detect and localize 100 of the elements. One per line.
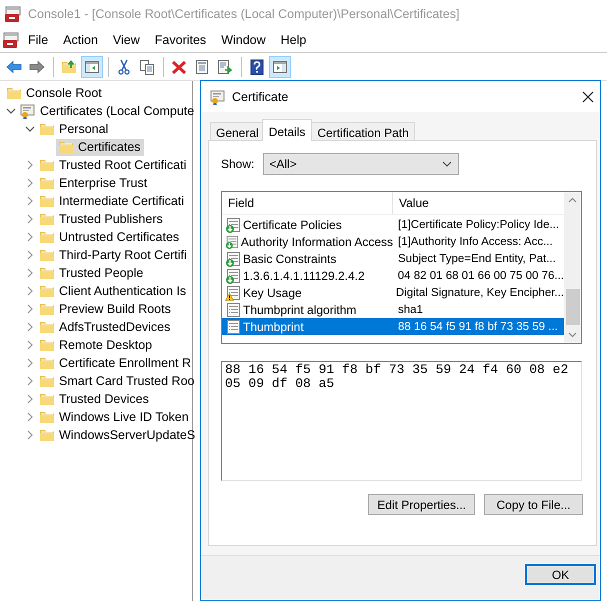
menu-item[interactable]: Favorites xyxy=(148,30,214,50)
expand-chevron-icon[interactable] xyxy=(25,394,35,404)
tree-item[interactable]: Personal xyxy=(37,120,112,138)
expand-chevron-icon[interactable] xyxy=(25,340,35,350)
tree-item[interactable]: Trusted Devices xyxy=(37,390,152,408)
tree-item-label: Certificate Enrollment R xyxy=(59,356,191,370)
field-row[interactable]: Thumbprint 88 16 54 f5 91 f8 bf 73 35 59 ... xyxy=(222,318,564,335)
tree-item-label: Client Authentication Is xyxy=(59,284,186,298)
tree-item-label: Preview Build Roots xyxy=(59,302,171,316)
tree-item[interactable]: Preview Build Roots xyxy=(37,300,174,318)
expand-chevron-icon[interactable] xyxy=(25,214,35,224)
menu-item[interactable]: Action xyxy=(56,30,106,50)
extension-icon xyxy=(225,268,241,284)
tree-item[interactable]: AdfsTrustedDevices xyxy=(37,318,174,336)
expand-chevron-icon[interactable] xyxy=(25,160,35,170)
expand-chevron-icon[interactable] xyxy=(25,196,35,206)
app-icon[interactable] xyxy=(2,32,20,48)
tree-item[interactable]: Enterprise Trust xyxy=(37,174,150,192)
expand-chevron-icon[interactable] xyxy=(25,232,35,242)
field-name: Certificate Policies xyxy=(243,218,342,232)
folder-icon xyxy=(39,373,55,389)
expand-chevron-icon[interactable] xyxy=(25,376,35,386)
menu-item[interactable]: File xyxy=(21,30,56,50)
expand-chevron-icon[interactable] xyxy=(25,358,35,368)
tree-item[interactable]: Windows Live ID Token xyxy=(37,408,192,426)
field-value: Subject Type=End Entity, Pat... xyxy=(397,252,556,264)
folder-icon xyxy=(39,247,55,263)
tree-item-label: Smart Card Trusted Roo xyxy=(59,374,194,388)
expand-chevron-icon[interactable] xyxy=(25,286,35,296)
tab[interactable]: Details xyxy=(262,119,312,141)
dialog-title: Certificate xyxy=(232,90,290,104)
caret-icon[interactable] xyxy=(442,161,452,167)
tree-item-label: Certificates xyxy=(78,140,141,154)
tab[interactable]: General xyxy=(210,122,265,141)
menu-item[interactable]: Window xyxy=(214,30,274,50)
folder-icon xyxy=(39,355,55,371)
expand-chevron-icon[interactable] xyxy=(25,322,35,332)
field-row[interactable]: 1.3.6.1.4.1.11129.2.4.2 04 82 01 68 01 66 00 75 00 76... xyxy=(222,267,564,284)
app-icon xyxy=(4,6,22,22)
tree-item[interactable]: Trusted Publishers xyxy=(37,210,166,228)
scrollbar[interactable] xyxy=(564,192,581,343)
tree-item-label: Trusted Root Certificati xyxy=(59,158,186,172)
field-row[interactable]: Authority Information Access [1]Authority Info Access: Acc... xyxy=(222,233,564,250)
tree-item-label: AdfsTrustedDevices xyxy=(59,320,170,334)
tree-item[interactable]: WindowsServerUpdateS xyxy=(37,426,198,444)
show-dropdown[interactable]: <All> xyxy=(263,153,460,175)
tree-item[interactable]: Client Authentication Is xyxy=(37,282,190,300)
expand-chevron-icon[interactable] xyxy=(25,250,35,260)
field-name: Thumbprint xyxy=(243,320,304,334)
folder-icon xyxy=(39,283,55,299)
tree-item-label: WindowsServerUpdateS xyxy=(59,428,196,442)
expand-chevron-icon[interactable] xyxy=(25,178,35,188)
close-icon[interactable] xyxy=(582,90,594,102)
tree-item[interactable]: Intermediate Certificati xyxy=(37,192,188,210)
property-icon xyxy=(225,318,241,334)
expand-chevron-icon[interactable] xyxy=(25,430,35,440)
expand-chevron-icon[interactable] xyxy=(25,304,35,314)
folder-icon xyxy=(39,157,55,173)
tree-item[interactable]: Untrusted Certificates xyxy=(37,228,182,246)
ok-button[interactable]: OK xyxy=(525,564,596,585)
expand-chevron-icon[interactable] xyxy=(25,268,35,278)
tree-item-label: Remote Desktop xyxy=(59,338,152,352)
tree-item[interactable]: Trusted Root Certificati xyxy=(37,156,190,174)
dialog-button[interactable]: Edit Properties... xyxy=(368,494,475,515)
column-header[interactable]: Value xyxy=(393,192,429,214)
folder-icon xyxy=(39,265,55,281)
expand-chevron-icon[interactable] xyxy=(25,412,35,422)
folder-icon xyxy=(39,229,55,245)
tree-item[interactable]: Certificate Enrollment R xyxy=(37,354,194,372)
tree-item[interactable]: Certificates xyxy=(56,138,144,156)
value-field[interactable]: 88 16 54 f5 91 f8 bf 73 35 59 24 f4 60 08 e2 05 09 df 08 a5 xyxy=(221,361,582,481)
extension-icon xyxy=(225,234,239,250)
folder-icon xyxy=(39,301,55,317)
field-row[interactable]: Key Usage Digital Signature, Key Encipher... xyxy=(222,284,564,301)
tree-item[interactable]: Console Root xyxy=(4,84,105,102)
tree-item-label: Trusted People xyxy=(59,266,144,280)
field-name: 1.3.6.1.4.1.11129.2.4.2 xyxy=(243,268,365,282)
collapse-chevron-icon[interactable] xyxy=(25,124,35,134)
tree-item[interactable]: Smart Card Trusted Roo xyxy=(37,372,198,390)
collapse-chevron-icon[interactable] xyxy=(6,106,16,116)
menu-item[interactable]: Help xyxy=(274,30,314,50)
scroll-thumb[interactable] xyxy=(566,289,580,325)
field-row[interactable]: Certificate Policies [1]Certificate Policy:Policy Ide... xyxy=(222,216,564,233)
tree-item-label: Enterprise Trust xyxy=(59,176,148,190)
field-row[interactable]: Thumbprint algorithm sha1 xyxy=(222,301,564,318)
tree-item[interactable]: Certificates (Local Compute xyxy=(18,102,198,120)
tree-item-label: Certificates (Local Compute xyxy=(40,104,194,118)
dialog-button[interactable]: Copy to File... xyxy=(484,494,583,515)
extension-icon xyxy=(225,250,241,266)
tree-item[interactable]: Remote Desktop xyxy=(37,336,156,354)
folder-icon xyxy=(39,121,55,137)
menu-item[interactable]: View xyxy=(106,30,148,50)
tab[interactable]: Certification Path xyxy=(311,122,415,141)
tree-item[interactable]: Trusted People xyxy=(37,264,146,282)
field-name: Key Usage xyxy=(243,286,302,300)
folder-icon xyxy=(39,211,55,227)
column-header[interactable]: Field xyxy=(222,192,393,214)
tree-item[interactable]: Third-Party Root Certifi xyxy=(37,246,190,264)
tree-item-label: Windows Live ID Token xyxy=(59,410,189,424)
field-row[interactable]: Basic Constraints Subject Type=End Entity, Pat... xyxy=(222,250,564,267)
